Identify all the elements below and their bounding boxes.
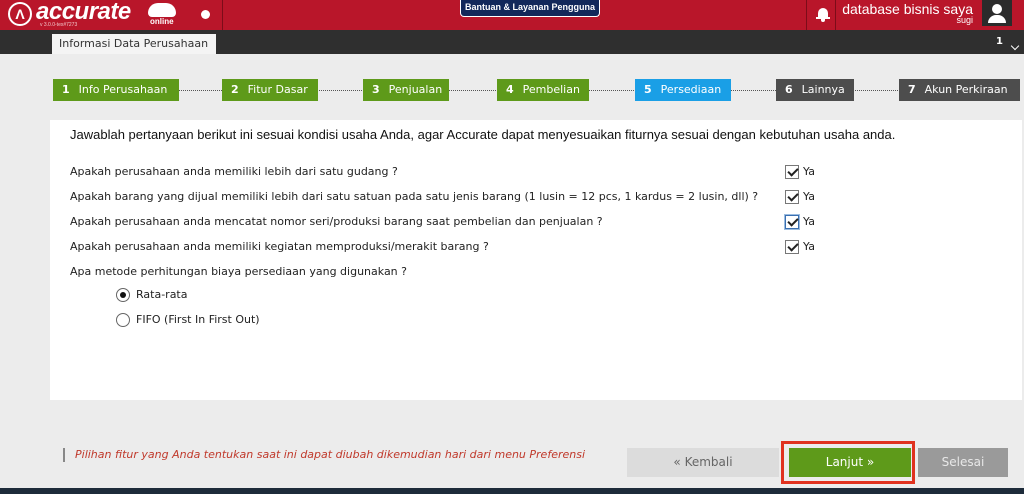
checkbox-multi-unit[interactable] — [785, 190, 799, 204]
question-text: Apakah perusahaan anda mencatat nomor se… — [70, 215, 603, 228]
step-7[interactable]: 7 Akun Perkiraan — [899, 79, 1020, 101]
intro-text: Jawablah pertanyaan berikut ini sesuai k… — [70, 127, 896, 142]
checkbox-label[interactable]: Ya — [803, 190, 815, 203]
radio-fifo[interactable] — [116, 313, 130, 327]
checkbox-label[interactable]: Ya — [803, 165, 815, 178]
radio-label-average[interactable]: Rata-rata — [136, 288, 187, 301]
step-1[interactable]: 1 Info Perusahaan — [53, 79, 179, 101]
step-2[interactable]: 2 Fitur Dasar — [222, 79, 318, 101]
header-divider — [835, 0, 836, 30]
username: sugi — [956, 15, 973, 25]
header-divider — [806, 0, 807, 30]
bell-icon[interactable] — [816, 6, 830, 23]
finish-button[interactable]: Selesai — [918, 448, 1008, 477]
radio-average[interactable] — [116, 288, 130, 302]
question-text: Apakah perusahaan anda memiliki lebih da… — [70, 165, 398, 178]
next-button[interactable]: Lanjut » — [789, 448, 911, 477]
app-header: Λ accurate online v 3.0.0-tex#7273 Bantu… — [0, 0, 1024, 30]
step-5[interactable]: 5 Persediaan — [635, 79, 731, 101]
footnote-text: Pilihan fitur yang Anda tentukan saat in… — [75, 448, 586, 461]
footnote-marker — [63, 448, 65, 462]
user-menu-button[interactable] — [982, 0, 1012, 26]
checkbox-multi-warehouse[interactable] — [785, 165, 799, 179]
cloud-icon — [148, 3, 176, 17]
step-4[interactable]: 4 Pembelian — [497, 79, 589, 101]
costing-question: Apa metode perhitungan biaya persediaan … — [70, 265, 407, 278]
question-panel: Jawablah pertanyaan berikut ini sesuai k… — [50, 120, 1022, 400]
status-dot-icon[interactable] — [201, 10, 210, 19]
os-taskbar — [0, 488, 1024, 494]
checkbox-serial-number[interactable] — [785, 215, 799, 229]
user-icon — [992, 4, 1002, 14]
logo-a-icon: Λ — [8, 2, 32, 26]
radio-label-fifo[interactable]: FIFO (First In First Out) — [136, 313, 260, 326]
checkbox-production[interactable] — [785, 240, 799, 254]
step-6[interactable]: 6 Lainnya — [776, 79, 854, 101]
logo-sub-text: online — [150, 17, 174, 26]
step-3[interactable]: 3 Penjualan — [363, 79, 449, 101]
header-divider — [222, 0, 223, 30]
content-area: 1 Info Perusahaan 2 Fitur Dasar 3 Penjualan… — [0, 54, 1024, 494]
chevron-down-icon[interactable] — [1010, 41, 1020, 51]
tab-strip: Informasi Data Perusahaan 1 — [0, 30, 1024, 54]
version-text: v 3.0.0-tex#7273 — [40, 22, 78, 28]
checkbox-label[interactable]: Ya — [803, 215, 815, 228]
checkbox-label[interactable]: Ya — [803, 240, 815, 253]
accurate-logo[interactable]: Λ accurate online v 3.0.0-tex#7273 — [8, 0, 183, 28]
back-button[interactable]: « Kembali — [627, 448, 779, 477]
help-button[interactable]: Bantuan & Layanan Pengguna — [460, 0, 600, 17]
question-text: Apakah perusahaan anda memiliki kegiatan… — [70, 240, 489, 253]
tab-informasi-data-perusahaan[interactable]: Informasi Data Perusahaan — [52, 34, 216, 54]
question-text: Apakah barang yang dijual memiliki lebih… — [70, 190, 759, 203]
